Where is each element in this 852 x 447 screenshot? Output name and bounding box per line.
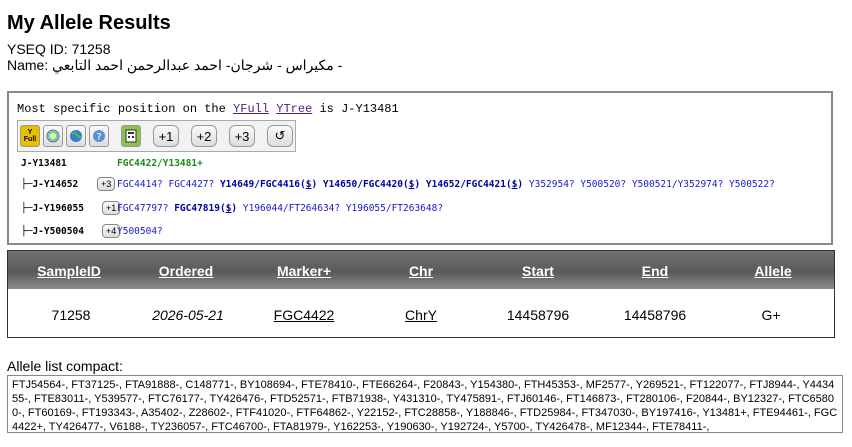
globe-icon[interactable] bbox=[66, 125, 86, 147]
cell-end: 14458796 bbox=[623, 307, 687, 323]
sort-end[interactable]: End bbox=[642, 263, 668, 279]
ytree-position-text: Most specific position on the YFull YTre… bbox=[17, 102, 399, 116]
cell-start: 14458796 bbox=[506, 307, 570, 323]
ytree-link[interactable]: YTree bbox=[276, 102, 312, 116]
tree-snps: FGC4422/Y13481+ bbox=[117, 158, 203, 169]
chr-link[interactable]: ChrY bbox=[405, 307, 437, 323]
tree-snps: Y500504? bbox=[117, 226, 163, 237]
sort-start[interactable]: Start bbox=[522, 263, 554, 279]
cell-marker: FGC4422 bbox=[274, 307, 335, 323]
expand-plus3-button[interactable]: +3 bbox=[229, 125, 255, 147]
tree-node-label: ├─J-Y196055 bbox=[21, 203, 84, 214]
tree-node-label: ├─J-Y14652 bbox=[21, 179, 79, 190]
position-suffix: is J-Y13481 bbox=[312, 102, 399, 116]
sort-sampleid[interactable]: SampleID bbox=[37, 263, 101, 279]
expand-plus1-button[interactable]: +1 bbox=[153, 125, 179, 147]
tree-node-label: ├─J-Y500504 bbox=[21, 226, 84, 237]
allele-results-table: SampleID Ordered Marker+ Chr Start End A… bbox=[7, 250, 835, 338]
calculator-icon[interactable] bbox=[121, 125, 141, 147]
yseq-id: YSEQ ID: 71258 bbox=[7, 41, 111, 57]
ytree-position-panel: Most specific position on the YFull YTre… bbox=[7, 91, 833, 245]
reset-button[interactable]: ↺ bbox=[267, 125, 293, 147]
table-header: SampleID Ordered Marker+ Chr Start End A… bbox=[8, 251, 834, 289]
expand-node-button[interactable]: +3 bbox=[97, 177, 116, 191]
sort-marker[interactable]: Marker+ bbox=[277, 263, 331, 279]
tree-snps: FGC47797? FGC47819($) Y196044/FT264634? … bbox=[117, 203, 444, 214]
yfull-link[interactable]: YFull bbox=[233, 102, 269, 116]
tree-snps: FGC4414? FGC4427? Y14649/FGC4416($) Y146… bbox=[117, 179, 775, 190]
cell-chr: ChrY bbox=[405, 307, 437, 323]
svg-text:?: ? bbox=[96, 132, 101, 143]
customer-name: Name: مكيراس - شرجان- احمد عبدالرحمن احم… bbox=[7, 57, 343, 73]
tree-node-label: J-Y13481 bbox=[21, 158, 67, 169]
position-prefix: Most specific position on the bbox=[17, 102, 234, 116]
cell-ordered: 2026-05-21 bbox=[152, 307, 224, 323]
help-icon[interactable]: ? bbox=[89, 125, 109, 147]
sort-chr[interactable]: Chr bbox=[409, 263, 433, 279]
cell-sampleid: 71258 bbox=[51, 307, 91, 323]
ytree-icon[interactable] bbox=[43, 125, 63, 147]
cell-allele: G+ bbox=[761, 307, 781, 323]
marker-link[interactable]: FGC4422 bbox=[274, 307, 335, 323]
expand-plus2-button[interactable]: +2 bbox=[191, 125, 217, 147]
yfull-icon[interactable]: Y Full bbox=[20, 125, 40, 147]
sort-ordered[interactable]: Ordered bbox=[159, 263, 213, 279]
page-title: My Allele Results bbox=[7, 12, 171, 34]
tree-toolbar: Y Full ? +1 +2 +3 ↺ bbox=[17, 120, 296, 152]
allele-list-label: Allele list compact: bbox=[7, 358, 123, 374]
sort-allele[interactable]: Allele bbox=[754, 263, 791, 279]
allele-list-textarea[interactable]: FTJ54564-, FT37125-, FTA91888-, C148771-… bbox=[7, 375, 843, 433]
